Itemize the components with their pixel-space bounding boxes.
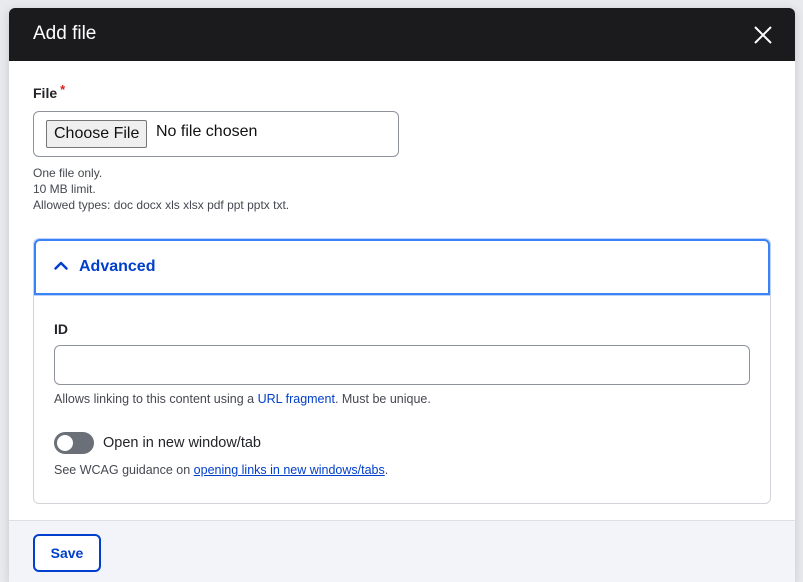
file-help-count: One file only. <box>33 166 103 180</box>
wcag-help-suffix: . <box>384 463 389 477</box>
dialog-titlebar: Add file <box>9 8 795 61</box>
id-help-prefix: Allows linking to this content using a <box>54 392 258 406</box>
new-window-toggle[interactable] <box>54 432 94 454</box>
toggle-knob <box>57 435 73 451</box>
id-label: ID <box>54 321 68 337</box>
file-help-size: 10 MB limit. <box>33 182 96 196</box>
file-help: One file only. 10 MB limit. Allowed type… <box>33 165 289 213</box>
new-window-label: Open in new window/tab <box>103 435 261 451</box>
file-status: No file chosen <box>156 123 258 140</box>
file-help-types: Allowed types: doc docx xls xlsx pdf ppt… <box>33 198 290 212</box>
file-input[interactable]: Choose File No file chosen <box>33 111 399 157</box>
choose-file-button[interactable]: Choose File <box>46 120 148 148</box>
advanced-toggle[interactable]: Advanced <box>34 239 770 295</box>
chevron-up-icon <box>54 261 68 270</box>
wcag-guidance-link[interactable]: opening links in new windows/tabs <box>194 463 385 477</box>
dialog-title: Add file <box>33 23 97 44</box>
advanced-title: Advanced <box>79 258 156 275</box>
dialog-footer: Save <box>9 520 795 582</box>
add-file-dialog: Add file File * Choose File No file chose… <box>9 8 795 582</box>
id-field[interactable] <box>54 345 750 385</box>
save-button[interactable]: Save <box>33 534 101 572</box>
wcag-help-prefix: See WCAG guidance on <box>54 463 194 477</box>
required-marker: * <box>60 82 66 97</box>
wcag-help: See WCAG guidance on opening links in ne… <box>54 463 388 477</box>
close-icon <box>754 26 772 44</box>
id-help-suffix: . Must be unique. <box>334 392 431 406</box>
id-help: Allows linking to this content using a U… <box>54 392 431 406</box>
url-fragment-link[interactable]: URL fragment <box>258 392 335 406</box>
close-button[interactable] <box>749 21 777 49</box>
file-label: File * <box>33 82 66 101</box>
file-label-text: File <box>33 85 58 101</box>
advanced-details: Advanced ID Allows linking to this conte… <box>33 238 771 504</box>
